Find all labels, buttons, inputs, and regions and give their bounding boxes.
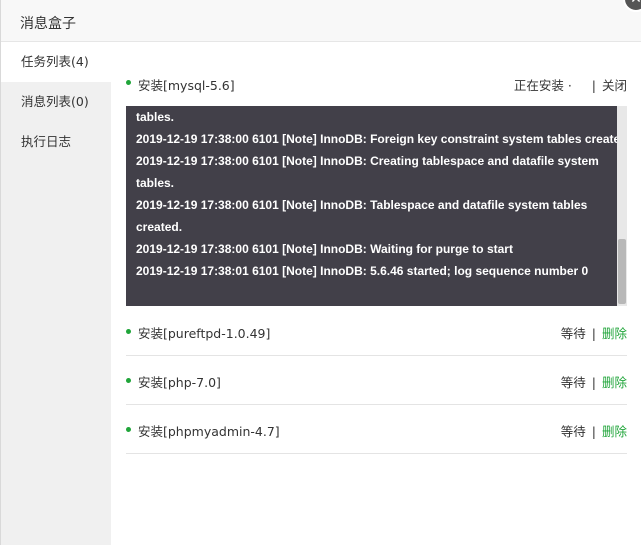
task-status: 等待 [560,375,586,390]
log-line: 2019-12-19 17:38:00 6101 [Note] InnoDB: … [136,132,627,146]
log-line: created. [136,220,183,234]
log-line: 2019-12-19 17:38:00 6101 [Note] InnoDB: … [136,154,599,168]
task-name: 安装[php-7.0] [138,375,221,390]
queued-task-row: 安装[phpmyadmin-4.7] 等待 | 删除 [126,405,627,454]
action-separator: | [591,375,596,390]
queued-task-row: 安装[pureftpd-1.0.49] 等待 | 删除 [126,307,627,356]
task-actions: 等待 | 删除 [561,323,627,342]
dialog-title: 消息盒子 [20,16,76,32]
action-separator: | [591,424,596,439]
sidebar-item-execution-log[interactable]: 执行日志 [1,122,111,162]
task-actions: 正在安装 · | 关闭 [514,75,627,94]
log-scrollbar-thumb[interactable] [618,239,626,304]
status-dot-icon [126,378,131,383]
message-box-dialog: 消息盒子 任务列表(4) 消息列表(0) 执行日志 安装[mysql-5.6] … [0,0,641,545]
delete-task-link[interactable]: 删除 [602,424,627,439]
status-dot-icon [126,329,131,334]
log-line: 2019-12-19 17:38:00 6101 [Note] InnoDB: … [136,242,513,256]
status-dot-icon [126,427,131,432]
task-name: 安装[mysql-5.6] [138,78,235,93]
task-name: 安装[phpmyadmin-4.7] [138,424,280,439]
task-status: 正在安装 · [513,78,572,93]
action-separator: | [591,78,596,93]
sidebar-item-task-list[interactable]: 任务列表(4) [1,42,111,82]
dialog-title-bar: 消息盒子 [1,0,641,42]
sidebar-item-label: 任务列表(4) [21,54,89,69]
log-line: tables. [136,176,175,190]
sidebar-item-message-list[interactable]: 消息列表(0) [1,82,111,122]
log-line: 2019-12-19 17:38:01 6101 [Note] InnoDB: … [136,264,589,278]
task-status: 等待 [560,326,586,341]
action-separator: | [591,326,596,341]
status-dot-icon [126,80,131,85]
task-actions: 等待 | 删除 [561,421,627,440]
task-actions: 等待 | 删除 [561,372,627,391]
log-line: tables. [136,110,175,124]
delete-task-link[interactable]: 删除 [602,375,627,390]
task-name: 安装[pureftpd-1.0.49] [138,326,271,341]
sidebar: 任务列表(4) 消息列表(0) 执行日志 [1,42,111,545]
current-task-row: 安装[mysql-5.6] 正在安装 · | 关闭 [126,59,627,93]
delete-task-link[interactable]: 删除 [602,326,627,341]
log-line: 2019-12-19 17:38:00 6101 [Note] InnoDB: … [136,198,588,212]
close-task-link[interactable]: 关闭 [602,78,627,93]
log-scrollbar[interactable] [617,106,627,306]
queued-task-row: 安装[php-7.0] 等待 | 删除 [126,356,627,405]
close-icon: ✕ [630,0,641,7]
task-panel: 安装[mysql-5.6] 正在安装 · | 关闭 tables. 2019-1… [111,42,641,545]
install-log-output[interactable]: tables. 2019-12-19 17:38:00 6101 [Note] … [126,106,627,306]
task-status: 等待 [560,424,586,439]
sidebar-item-label: 消息列表(0) [21,94,89,109]
sidebar-item-label: 执行日志 [21,134,72,149]
